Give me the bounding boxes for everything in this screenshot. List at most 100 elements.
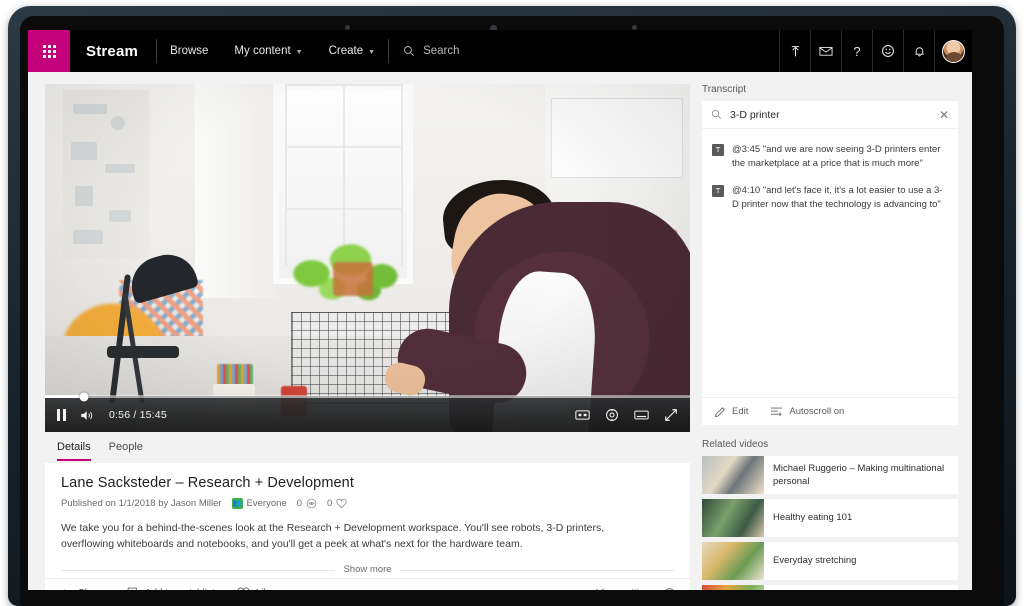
like-count: 0: [327, 498, 347, 509]
edit-label: Edit: [732, 406, 749, 417]
transcript-item-text: @4:10 "and let's face it, it's a lot eas…: [732, 184, 943, 210]
progress-bar[interactable]: [45, 392, 690, 401]
list-item[interactable]: [702, 585, 958, 590]
watchlist-icon: [127, 587, 137, 590]
transcript-search-input[interactable]: 3-D printer ✕: [702, 101, 958, 129]
pause-icon: [57, 409, 66, 421]
volume-icon: [81, 410, 93, 420]
list-item[interactable]: Michael Ruggerio – Making multinational …: [702, 456, 958, 494]
brand-title[interactable]: Stream: [70, 30, 156, 72]
publish-info: Published on 1/1/2018 by Jason Miller: [61, 498, 222, 509]
autoscroll-label: Autoscroll on: [789, 406, 845, 417]
transcript-panel: 3-D printer ✕ T @3:45 "and we are now se…: [702, 101, 958, 425]
view-settings-button[interactable]: View settings: [596, 587, 676, 590]
volume-button[interactable]: [80, 409, 95, 422]
nav-item-browse-label: Browse: [170, 45, 209, 57]
pause-button[interactable]: [57, 409, 66, 421]
view-count: 0: [297, 498, 317, 509]
edit-transcript-button[interactable]: Edit: [714, 406, 748, 418]
privacy-label: Everyone: [246, 498, 287, 509]
page-title: Lane Sacksteder – Research + Development: [61, 475, 354, 491]
list-item[interactable]: Healthy eating 101: [702, 499, 958, 537]
transcript-search-value: 3-D printer: [730, 108, 780, 121]
nav-item-my-content-label: My content: [234, 45, 291, 57]
transcript-badge-icon: T: [712, 144, 724, 156]
show-more-button[interactable]: Show more: [335, 564, 400, 576]
tab-details[interactable]: Details: [57, 441, 91, 461]
video-still-frame: [45, 84, 690, 432]
view-count-value: 0: [296, 498, 302, 509]
closed-captions-icon: [575, 410, 590, 420]
search-icon: [711, 109, 722, 120]
transcript-badge-icon: T: [712, 184, 724, 197]
transcript-panel-label: Transcript: [702, 84, 747, 95]
transcript-item[interactable]: T @4:10 "and let's face it, it's a lot e…: [702, 178, 958, 219]
chevron-down-icon: ▼: [368, 48, 376, 56]
top-navigation-bar: Stream Browse My content ▼ Create ▼ Sear…: [28, 30, 972, 72]
status-badge: 👥 Everyone: [231, 498, 287, 509]
show-more-row: Show more: [61, 562, 674, 578]
search-placeholder: Search: [423, 45, 460, 57]
player-controls: 0:56 / 15:45: [45, 392, 690, 432]
video-thumbnail: [702, 585, 764, 590]
related-video-title: [764, 585, 782, 590]
detail-tabs: Details People: [45, 432, 690, 461]
player-right-controls: [575, 408, 678, 422]
bell-icon[interactable]: [903, 30, 934, 72]
video-thumbnail: [702, 499, 764, 537]
feedback-icon[interactable]: [872, 30, 903, 72]
list-item[interactable]: Everyday stretching: [702, 542, 958, 580]
related-videos-section: Related videos Michael Ruggerio – Making…: [702, 439, 958, 590]
nav-item-create[interactable]: Create ▼: [316, 30, 388, 72]
related-video-title: Michael Ruggerio – Making multinational …: [773, 462, 945, 487]
related-video-title: Healthy eating 101: [773, 512, 853, 524]
add-to-watchlist-button[interactable]: Add to watchlist: [127, 587, 215, 590]
search-input[interactable]: Search: [389, 30, 779, 72]
transcript-item-text: @3:45 "and we are now seeing 3-D printer…: [732, 144, 941, 170]
nav-item-browse[interactable]: Browse: [157, 30, 221, 72]
pencil-icon: [714, 406, 725, 417]
waffle-grid: [42, 44, 56, 58]
sidebar-column: Transcript 3-D printer ✕ T @3:45 "and we…: [702, 84, 958, 590]
video-player[interactable]: 0:56 / 15:45: [45, 84, 690, 432]
eye-icon: [306, 498, 317, 509]
nav-item-create-label: Create: [328, 45, 364, 57]
transcript-footer: Edit Autoscroll on: [702, 397, 958, 425]
screen: Stream Browse My content ▼ Create ▼ Sear…: [28, 30, 972, 590]
video-column: 0:56 / 15:45 Details People Lane Sackste…: [45, 84, 690, 590]
page-content: 0:56 / 15:45 Details People Lane Sackste…: [28, 72, 972, 590]
gear-icon: [606, 409, 618, 421]
people-icon: 👥: [231, 498, 243, 509]
upload-icon[interactable]: [779, 30, 810, 72]
avatar[interactable]: [934, 30, 972, 72]
settings-button[interactable]: [605, 408, 619, 422]
like-count-value: 0: [326, 498, 333, 509]
avatar-image: [942, 39, 965, 63]
theater-mode-button[interactable]: [634, 409, 649, 421]
help-icon[interactable]: ?: [841, 30, 872, 72]
progress-knob[interactable]: [79, 392, 89, 401]
action-bar: Share Add to watchlist: [45, 577, 690, 590]
search-icon: [404, 46, 415, 56]
gear-icon: [665, 587, 674, 590]
closed-captions-button[interactable]: [575, 409, 590, 421]
related-panel-label: Related videos: [702, 439, 769, 450]
nav-actions: ?: [779, 30, 972, 72]
video-thumbnail: [702, 542, 764, 580]
nav-item-my-content[interactable]: My content ▼: [221, 30, 315, 72]
transcript-item[interactable]: T @3:45 "and we are now seeing 3-D print…: [702, 137, 958, 178]
mail-icon[interactable]: [810, 30, 841, 72]
close-icon[interactable]: ✕: [939, 109, 949, 121]
transcript-list[interactable]: T @3:45 "and we are now seeing 3-D print…: [702, 129, 958, 397]
fullscreen-icon: [665, 409, 677, 421]
fullscreen-button[interactable]: [664, 408, 678, 422]
app-launcher-waffle-icon[interactable]: [28, 30, 70, 72]
video-details-card: Lane Sacksteder – Research + Development…: [45, 463, 690, 578]
tab-people[interactable]: People: [109, 441, 143, 461]
related-video-title: Everyday stretching: [773, 555, 857, 567]
video-description: We take you for a behind-the-scenes look…: [61, 522, 605, 551]
autoscroll-toggle[interactable]: Autoscroll on: [770, 406, 844, 418]
heart-icon: [336, 498, 347, 508]
theater-mode-icon: [634, 410, 649, 420]
autoscroll-icon: [771, 407, 783, 416]
